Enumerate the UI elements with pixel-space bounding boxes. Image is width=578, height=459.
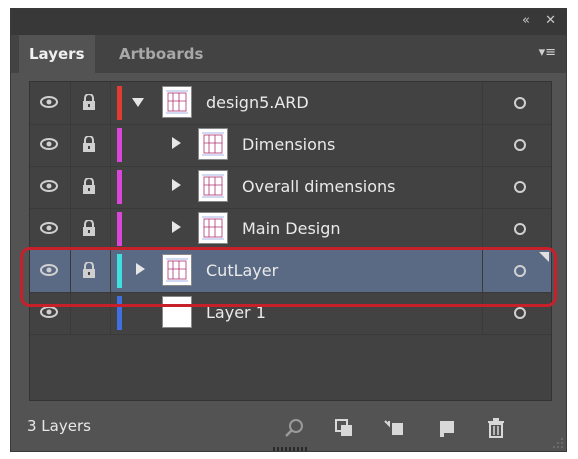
- collapse-arrow-icon[interactable]: [132, 98, 144, 107]
- panel-titlebar: « ✕: [11, 9, 566, 35]
- lock-icon[interactable]: [82, 136, 96, 152]
- layer-name[interactable]: Dimensions: [242, 134, 335, 156]
- panel-tabs: Layers Artboards ▾≡: [11, 35, 566, 73]
- corner-resize-icon[interactable]: [553, 438, 563, 448]
- eye-icon[interactable]: [40, 138, 58, 150]
- expand-arrow-icon[interactable]: [172, 179, 181, 191]
- thumbnail-drawing-icon: [202, 174, 224, 198]
- target-circle-icon[interactable]: [514, 223, 526, 235]
- create-sublayer-icon[interactable]: [383, 417, 405, 439]
- target-circle-icon[interactable]: [514, 181, 526, 193]
- tab-artboards[interactable]: Artboards: [109, 35, 213, 73]
- layer-color-bar: [117, 170, 122, 204]
- thumbnail-drawing-icon: [202, 216, 224, 240]
- eye-icon[interactable]: [40, 306, 58, 318]
- layers-panel: « ✕ Layers Artboards ▾≡ design5.ARD Dimen…: [10, 8, 567, 452]
- layer-row[interactable]: Main Design: [30, 208, 551, 251]
- tab-layers[interactable]: Layers: [19, 35, 95, 73]
- expand-arrow-icon[interactable]: [172, 221, 181, 233]
- target-column-divider: [482, 124, 483, 166]
- panel-menu-icon[interactable]: ▾≡: [539, 45, 556, 60]
- layer-name[interactable]: Main Design: [242, 218, 341, 240]
- layer-color-bar: [117, 128, 122, 162]
- panel-footer: 3 Layers: [11, 405, 566, 451]
- delete-icon[interactable]: [485, 417, 507, 439]
- expand-arrow-icon[interactable]: [172, 137, 181, 149]
- layer-name[interactable]: Overall dimensions: [242, 176, 395, 198]
- thumbnail-drawing-icon: [166, 90, 188, 114]
- layer-thumbnail: [198, 128, 228, 160]
- make-clipping-mask-icon[interactable]: [333, 417, 355, 439]
- collapse-panel-icon[interactable]: «: [522, 13, 530, 29]
- target-column-divider: [482, 82, 483, 124]
- target-circle-icon[interactable]: [514, 307, 526, 319]
- lock-icon[interactable]: [82, 94, 96, 110]
- target-column-divider: [482, 208, 483, 250]
- layer-color-bar: [117, 86, 122, 120]
- layer-row[interactable]: design5.ARD: [30, 82, 551, 125]
- thumbnail-drawing-icon: [202, 132, 224, 156]
- search-icon[interactable]: [283, 417, 305, 439]
- eye-icon[interactable]: [40, 180, 58, 192]
- target-column-divider: [482, 166, 483, 208]
- layer-color-bar: [117, 212, 122, 246]
- layer-row[interactable]: Overall dimensions: [30, 166, 551, 209]
- eye-icon[interactable]: [40, 222, 58, 234]
- resize-grip[interactable]: [273, 447, 307, 451]
- layer-thumbnail: [198, 170, 228, 202]
- layer-count: 3 Layers: [27, 417, 91, 435]
- layer-name[interactable]: design5.ARD: [206, 92, 309, 114]
- layer-row[interactable]: Dimensions: [30, 124, 551, 167]
- layer-thumbnail: [198, 212, 228, 244]
- target-circle-icon[interactable]: [514, 97, 526, 109]
- lock-icon[interactable]: [82, 178, 96, 194]
- layer-list: design5.ARD Dimensions Overall dimensions M…: [29, 81, 552, 401]
- eye-icon[interactable]: [40, 96, 58, 108]
- lock-icon[interactable]: [82, 220, 96, 236]
- selection-highlight-annotation: [20, 247, 557, 307]
- new-layer-icon[interactable]: [435, 417, 457, 439]
- layer-thumbnail: [162, 86, 192, 118]
- close-panel-icon[interactable]: ✕: [545, 13, 556, 29]
- target-circle-icon[interactable]: [514, 139, 526, 151]
